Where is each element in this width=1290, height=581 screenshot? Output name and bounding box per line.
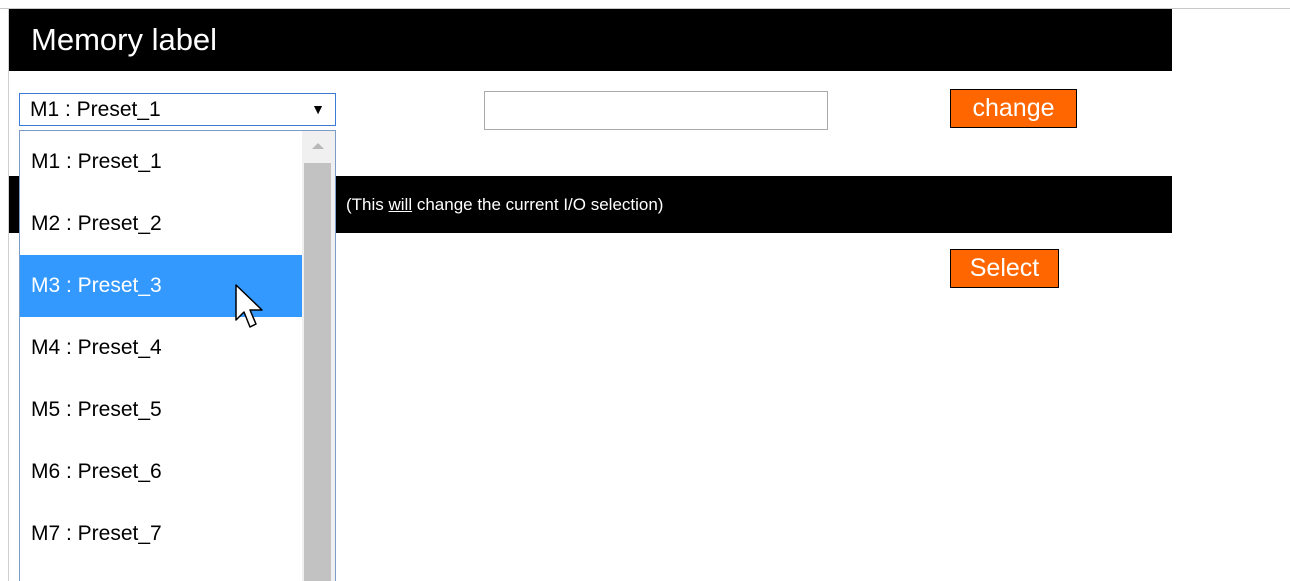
label-input[interactable]: [484, 91, 828, 130]
chevron-down-icon: ▼: [311, 101, 325, 117]
dropdown-scrollbar[interactable]: [302, 131, 335, 581]
dropdown-option-m5[interactable]: M5 : Preset_5: [20, 379, 302, 441]
select-button[interactable]: Select: [950, 249, 1059, 288]
dropdown-option-m1[interactable]: M1 : Preset_1: [20, 131, 302, 193]
scroll-up-arrow-icon[interactable]: [302, 131, 335, 161]
dropdown-option-m7[interactable]: M7 : Preset_7: [20, 503, 302, 565]
section-note-prefix: (This: [346, 195, 389, 214]
mouse-pointer-icon: [235, 284, 263, 328]
memory-label-page: Memory label M1 : Preset_1 ▼ change (Thi…: [0, 0, 1290, 581]
scrollbar-thumb[interactable]: [304, 163, 331, 581]
section-note-emphasis: will: [388, 195, 413, 214]
section-note-suffix: change the current I/O selection): [412, 195, 664, 214]
memory-dropdown-list[interactable]: M1 : Preset_1 M2 : Preset_2 M3 : Preset_…: [19, 130, 336, 581]
page-title: Memory label: [31, 22, 218, 57]
change-button[interactable]: change: [950, 89, 1077, 128]
memory-label-header: Memory label: [9, 9, 1172, 71]
memory-select[interactable]: M1 : Preset_1 ▼: [19, 93, 336, 126]
left-divider: [8, 8, 9, 581]
dropdown-option-m6[interactable]: M6 : Preset_6: [20, 441, 302, 503]
dropdown-option-m2[interactable]: M2 : Preset_2: [20, 193, 302, 255]
memory-select-value: M1 : Preset_1: [30, 98, 161, 121]
section-note: (This will change the current I/O select…: [346, 176, 663, 233]
